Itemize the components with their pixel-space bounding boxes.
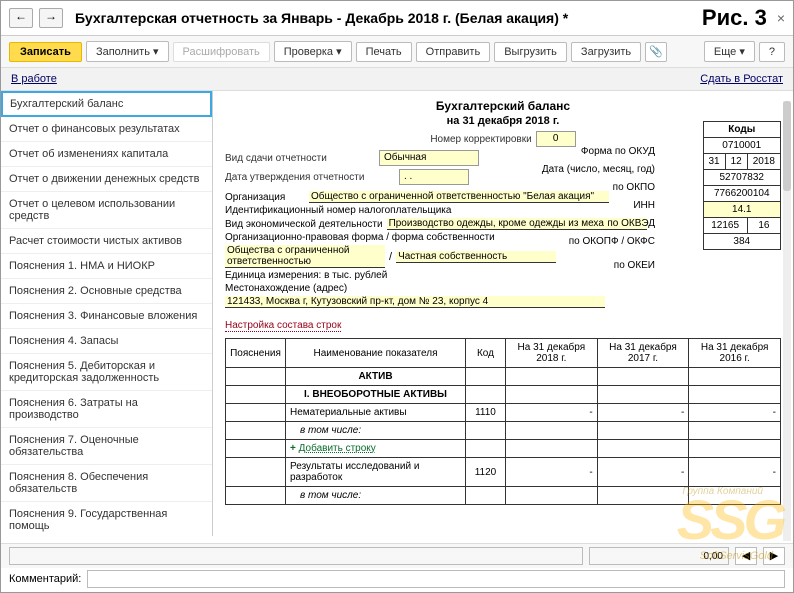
sidebar-item-usage[interactable]: Отчет о целевом использовании средств: [1, 192, 212, 229]
decrypt-button: Расшифровать: [173, 42, 270, 62]
fill-button[interactable]: Заполнить ▾: [86, 41, 169, 62]
forward-button[interactable]: →: [39, 8, 63, 28]
sidebar-item-expl2[interactable]: Пояснения 2. Основные средства: [1, 279, 212, 304]
balance-table: Пояснения Наименование показателя Код На…: [225, 338, 781, 505]
sidebar-item-expl4[interactable]: Пояснения 4. Запасы: [1, 329, 212, 354]
in-work-link[interactable]: В работе: [11, 73, 57, 85]
back-button[interactable]: ←: [9, 8, 33, 28]
sidebar-item-capital[interactable]: Отчет об изменениях капитала: [1, 142, 212, 167]
submit-type-field[interactable]: Обычная: [379, 150, 479, 166]
sidebar-item-expl8[interactable]: Пояснения 8. Обеспечения обязательств: [1, 465, 212, 502]
add-row-link[interactable]: Добавить строку: [299, 443, 376, 454]
settings-rows-link[interactable]: Настройка состава строк: [225, 320, 341, 332]
sidebar-item-expl7[interactable]: Пояснения 7. Оценочные обязательства: [1, 428, 212, 465]
sidebar: Бухгалтерский баланс Отчет о финансовых …: [1, 91, 213, 536]
pager-next[interactable]: ▶: [763, 547, 785, 565]
scrollbar[interactable]: [783, 101, 791, 541]
save-button[interactable]: Записать: [9, 42, 82, 62]
address-field[interactable]: 121433, Москва г, Кутузовский пр-кт, дом…: [225, 296, 605, 308]
send-button[interactable]: Отправить: [416, 42, 491, 62]
plus-icon[interactable]: +: [290, 443, 296, 454]
approval-date-field[interactable]: . .: [399, 169, 469, 185]
sidebar-item-results[interactable]: Отчет о финансовых результатах: [1, 117, 212, 142]
approval-date-label: Дата утверждения отчетности: [225, 172, 395, 183]
sidebar-item-netassets[interactable]: Расчет стоимости чистых активов: [1, 229, 212, 254]
pager-prev[interactable]: ◀: [735, 547, 757, 565]
bottom-amount[interactable]: 0,00: [589, 547, 729, 565]
sidebar-item-expl9[interactable]: Пояснения 9. Государственная помощь: [1, 502, 212, 536]
comment-input[interactable]: [87, 570, 785, 588]
form-subtitle: на 31 декабря 2018 г.: [225, 115, 781, 127]
sidebar-item-cashflow[interactable]: Отчет о движении денежных средств: [1, 167, 212, 192]
codes-table: Коды 0710001 31122018 52707832 776620010…: [703, 121, 782, 250]
load-button[interactable]: Загрузить: [571, 42, 641, 62]
print-button[interactable]: Печать: [356, 42, 412, 62]
attach-icon[interactable]: 📎: [645, 42, 667, 62]
sidebar-item-expl3[interactable]: Пояснения 3. Финансовые вложения: [1, 304, 212, 329]
sidebar-item-balance[interactable]: Бухгалтерский баланс: [1, 91, 212, 117]
window-title: Бухгалтерская отчетность за Январь - Дек…: [75, 10, 696, 26]
close-icon[interactable]: ×: [777, 10, 785, 26]
figure-label: Рис. 3: [702, 5, 767, 31]
content-area: Бухгалтерский баланс на 31 декабря 2018 …: [213, 91, 793, 536]
sidebar-item-expl1[interactable]: Пояснения 1. НМА и НИОКР: [1, 254, 212, 279]
comment-label: Комментарий:: [9, 573, 81, 585]
sidebar-item-expl5[interactable]: Пояснения 5. Дебиторская и кредиторская …: [1, 354, 212, 391]
codes-labels: Форма по ОКУД Дата (число, месяц, год) п…: [542, 143, 655, 275]
submit-type-label: Вид сдачи отчетности: [225, 153, 375, 164]
bottom-desc-field[interactable]: [9, 547, 583, 565]
unload-button[interactable]: Выгрузить: [494, 42, 567, 62]
correction-label: Номер корректировки: [430, 134, 531, 145]
help-button[interactable]: ?: [759, 42, 785, 62]
sidebar-item-expl6[interactable]: Пояснения 6. Затраты на производство: [1, 391, 212, 428]
more-button[interactable]: Еще ▾: [704, 41, 755, 62]
form-title: Бухгалтерский баланс: [225, 99, 781, 113]
submit-rosstat-link[interactable]: Сдать в Росстат: [700, 73, 783, 85]
check-button[interactable]: Проверка ▾: [274, 41, 352, 62]
